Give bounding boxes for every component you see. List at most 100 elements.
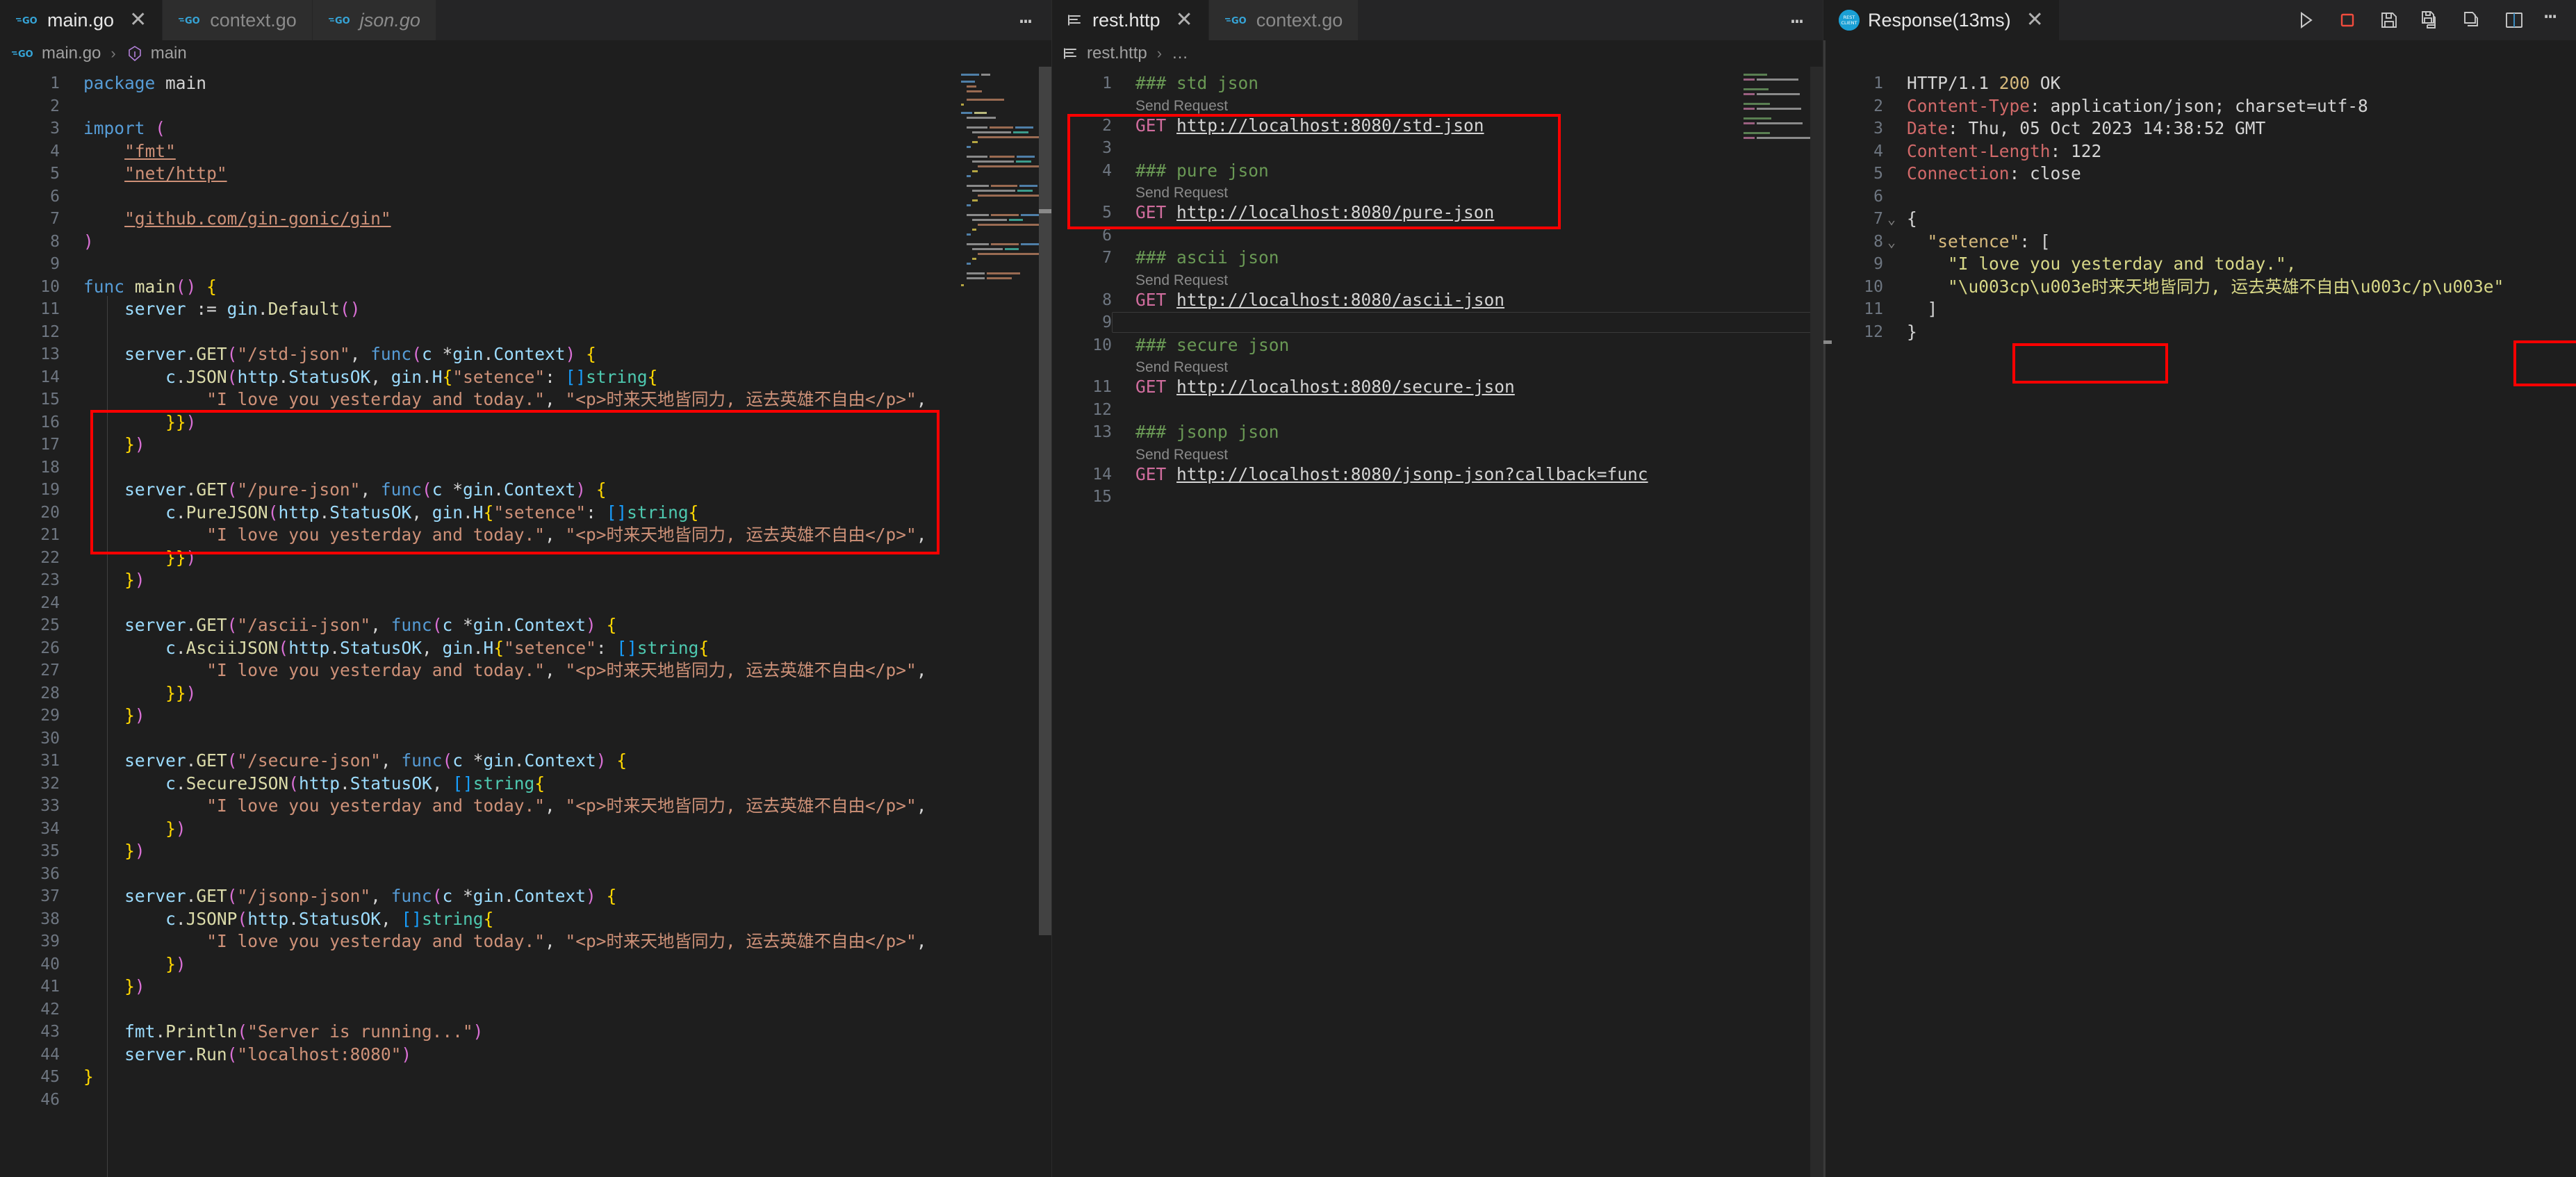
- code-line: 9: [0, 253, 1051, 276]
- more-actions-icon[interactable]: …: [1019, 11, 1033, 30]
- line-number: 43: [0, 1021, 60, 1044]
- code-lens-line: Send Request: [1052, 444, 1823, 463]
- line-content: package main: [60, 72, 206, 95]
- split-editor-button[interactable]: [2502, 8, 2526, 32]
- fold-chevron-icon[interactable]: ⌄: [1887, 231, 1896, 254]
- tab-response[interactable]: REST CLIENT Response(13ms) ✕: [1823, 0, 2060, 40]
- line-number: 32: [0, 773, 60, 796]
- stop-button[interactable]: [2336, 8, 2359, 32]
- code-line: 14 c.JSON(http.StatusOK, gin.H{"setence"…: [0, 366, 1051, 389]
- line-number: 11: [1052, 376, 1112, 399]
- line-content: "I love you yesterday and today.", "<p>时…: [60, 795, 927, 818]
- code-line: 3import (: [0, 117, 1051, 140]
- line-content: server.GET("/pure-json", func(c *gin.Con…: [60, 479, 607, 502]
- code-line: 41 }): [0, 976, 1051, 998]
- code-lens-line: Send Request: [1052, 270, 1823, 289]
- code-line: 34 }): [0, 818, 1051, 841]
- method-symbol-icon: [126, 44, 144, 63]
- line-number: 10: [0, 276, 60, 299]
- code-line: 3: [1052, 137, 1823, 160]
- line-content: server.GET("/jsonp-json", func(c *gin.Co…: [60, 885, 616, 908]
- line-number: 9: [1823, 253, 1883, 276]
- code-editor-response[interactable]: 1HTTP/1.1 200 OK2Content-Type: applicati…: [1823, 40, 2576, 1177]
- code-editor-main[interactable]: 1package main23import (4 "fmt"5 "net/htt…: [0, 67, 1051, 1177]
- line-content: }}): [60, 411, 196, 434]
- request-url[interactable]: http://localhost:8080/secure-json: [1176, 377, 1515, 397]
- scrollbar-thumb[interactable]: [1810, 67, 1823, 1177]
- minimap-http[interactable]: [1737, 67, 1813, 1177]
- tab-rest-http[interactable]: rest.http ✕: [1052, 0, 1209, 40]
- go-file-icon: GO: [328, 13, 352, 27]
- code-lens-line: Send Request: [1052, 356, 1823, 376]
- breadcrumb-symbol[interactable]: …: [1172, 44, 1188, 63]
- line-number: 45: [0, 1066, 60, 1089]
- close-icon[interactable]: ✕: [2026, 10, 2044, 31]
- line-number: 21: [0, 524, 60, 547]
- save-button[interactable]: [2377, 8, 2401, 32]
- close-icon[interactable]: ✕: [1176, 10, 1193, 31]
- line-content: c.SecureJSON(http.StatusOK, []string{: [60, 773, 545, 796]
- copy-button[interactable]: [2461, 8, 2484, 32]
- line-content: }}): [60, 682, 196, 705]
- line-number: 25: [0, 614, 60, 637]
- save-all-button[interactable]: [2419, 8, 2443, 32]
- code-lens-line: Send Request: [1052, 95, 1823, 115]
- line-number: 31: [0, 750, 60, 773]
- code-line: 11 server := gin.Default(): [0, 298, 1051, 321]
- vertical-scrollbar-response[interactable]: [1823, 40, 1828, 1177]
- go-file-icon: GO: [11, 47, 35, 60]
- tab-json-go[interactable]: GO json.go: [313, 0, 436, 40]
- tab-main-go[interactable]: GO main.go ✕: [0, 0, 163, 40]
- line-number: 2: [1823, 95, 1883, 118]
- code-editor-http[interactable]: 1### std jsonSend Request2GET http://loc…: [1052, 67, 1823, 1177]
- line-number: 20: [0, 502, 60, 525]
- code-line: 31 server.GET("/secure-json", func(c *gi…: [0, 750, 1051, 773]
- run-button[interactable]: [2294, 8, 2317, 32]
- breadcrumb-symbol[interactable]: main: [151, 44, 187, 63]
- more-actions-icon[interactable]: …: [1791, 11, 1805, 30]
- code-line: 12: [0, 321, 1051, 344]
- breadcrumb-main: GO main.go › main: [0, 40, 1051, 67]
- tab-context-go-http[interactable]: GO context.go: [1209, 0, 1359, 40]
- breadcrumb-file[interactable]: rest.http: [1087, 44, 1147, 63]
- code-line: 3Date: Thu, 05 Oct 2023 14:38:52 GMT: [1823, 117, 2576, 140]
- breadcrumb-file[interactable]: main.go: [42, 44, 101, 63]
- request-line: GET http://localhost:8080/pure-json: [1112, 201, 1494, 224]
- tab-label: main.go: [47, 10, 114, 31]
- tab-context-go[interactable]: GO context.go: [163, 0, 313, 40]
- line-content: c.AsciiJSON(http.StatusOK, gin.H{"setenc…: [60, 637, 709, 660]
- line-content: import (: [60, 117, 165, 140]
- request-url[interactable]: http://localhost:8080/pure-json: [1176, 202, 1494, 222]
- request-url[interactable]: http://localhost:8080/std-json: [1176, 115, 1484, 135]
- line-number: 10: [1052, 334, 1112, 357]
- line-content: ): [60, 231, 94, 254]
- line-number: 17: [0, 434, 60, 456]
- close-icon[interactable]: ✕: [129, 10, 147, 31]
- overview-ruler-mark: [1823, 340, 1832, 344]
- code-line: 38 c.JSONP(http.StatusOK, []string{: [0, 908, 1051, 931]
- line-number: 23: [0, 569, 60, 592]
- line-number: 29: [0, 705, 60, 727]
- code-line: 16 }}): [0, 411, 1051, 434]
- request-heading: ### pure json: [1112, 160, 1269, 183]
- more-actions-icon[interactable]: ⋯: [2544, 11, 2558, 30]
- fold-chevron-icon[interactable]: ⌄: [1887, 208, 1896, 231]
- line-number: 39: [0, 930, 60, 953]
- code-line: 17 }): [0, 434, 1051, 456]
- scrollbar-thumb[interactable]: [1039, 67, 1051, 935]
- vertical-scrollbar-main[interactable]: [1039, 67, 1051, 1177]
- request-url[interactable]: http://localhost:8080/jsonp-json?callbac…: [1176, 464, 1648, 484]
- minimap-main[interactable]: [955, 67, 1039, 1177]
- line-number: 3: [1823, 117, 1883, 140]
- code-line: 39 "I love you yesterday and today.", "<…: [0, 930, 1051, 953]
- editor-toolbar-response: ⋯: [2276, 0, 2576, 40]
- line-content: HTTP/1.1 200 OK: [1883, 72, 2060, 95]
- scrollbar-thumb[interactable]: [1823, 40, 1826, 1177]
- svg-text:GO: GO: [18, 49, 33, 60]
- vertical-scrollbar-http[interactable]: [1810, 67, 1823, 1177]
- request-url[interactable]: http://localhost:8080/ascii-json: [1176, 290, 1504, 310]
- code-line: 1### std json: [1052, 72, 1823, 95]
- code-line: 21 "I love you yesterday and today.", "<…: [0, 524, 1051, 547]
- code-line: 24: [0, 592, 1051, 615]
- line-number: 7: [1052, 247, 1112, 270]
